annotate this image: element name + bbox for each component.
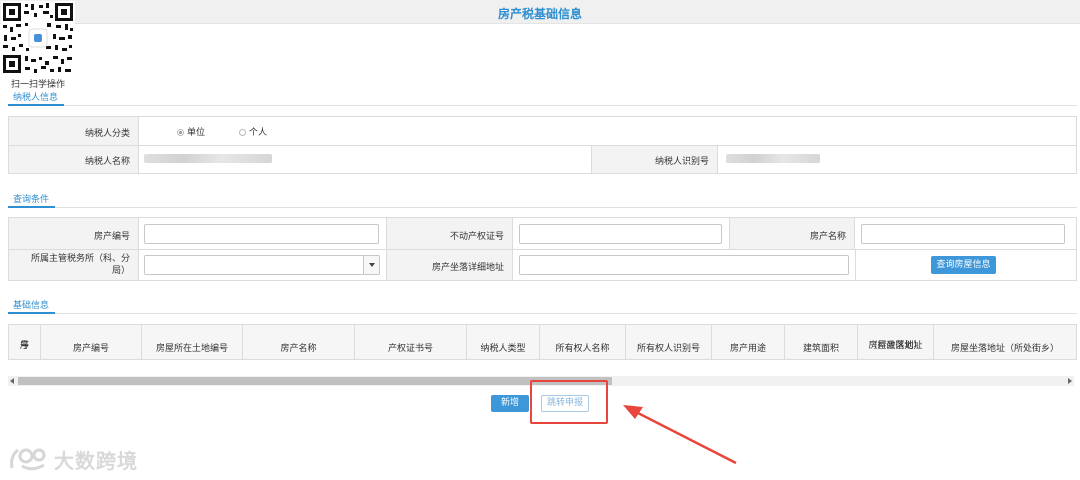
col-address-district-line2: （行政区划） [868, 341, 923, 351]
qr-caption: 扫一扫学操作 [11, 80, 66, 90]
radio-individual-label: 个人 [249, 128, 268, 138]
property-no-label-cell: 房产编号 [9, 218, 139, 249]
row-divider [9, 249, 1076, 250]
property-name-label: 房产名称 [809, 232, 846, 242]
highlight-box [530, 380, 608, 424]
radio-individual[interactable]: 个人 [239, 125, 267, 138]
tax-office-select[interactable] [144, 255, 380, 275]
col-cert-no[interactable]: 产权证书号 [355, 325, 467, 359]
tax-office-label-cell: 所属主管税务所（科、分 局） [9, 250, 139, 280]
property-name-label-cell: 房产名称 [729, 218, 855, 249]
category-label-cell: 纳税人分类 [9, 117, 139, 145]
row-divider [9, 145, 1076, 146]
watermark: 大数跨境 [8, 444, 138, 474]
query-panel: 房产编号 不动产权证号 房产名称 所属主管税务所（科、分 局） 房产坐落详细地址… [8, 217, 1077, 281]
scroll-left-icon[interactable] [10, 378, 14, 384]
radio-unit[interactable]: 单位 [177, 125, 205, 138]
col-usage-label: 房产用途 [729, 344, 766, 354]
col-owner-name-label: 所有权人名称 [555, 344, 610, 354]
property-no-label: 房产编号 [93, 232, 130, 242]
id-label-cell: 纳税人识别号 [591, 146, 718, 173]
cert-no-label-cell: 不动产权证号 [386, 218, 513, 249]
col-address-street-label: 房屋坐落地址（所处街乡） [950, 344, 1059, 354]
col-area[interactable]: 建筑面积 [785, 325, 858, 359]
address-input[interactable] [519, 255, 849, 275]
col-cert-no-label: 产权证书号 [387, 344, 433, 354]
col-owner-id[interactable]: 所有权人识别号 [626, 325, 712, 359]
query-house-info-button[interactable]: 查询房屋信息 [931, 256, 996, 274]
cert-no-input[interactable] [519, 224, 722, 244]
taxpayer-name-value-redacted [144, 154, 272, 163]
qr-code-icon [1, 1, 75, 75]
qr-code-image [1, 1, 75, 75]
col-usage[interactable]: 房产用途 [712, 325, 785, 359]
tab-underline [8, 312, 55, 314]
radio-unit-label: 单位 [187, 128, 206, 138]
address-label-cell: 房产坐落详细地址 [386, 250, 513, 280]
section-divider [8, 105, 1077, 106]
title-bar: 房产税基础信息 [0, 0, 1080, 24]
add-button[interactable]: 新增 [491, 395, 529, 412]
tab-underline [8, 104, 64, 106]
scrollbar-thumb[interactable] [18, 377, 612, 385]
watermark-logo-icon [10, 448, 46, 471]
col-address-street[interactable]: 房屋坐落地址（所处街乡） [934, 325, 1076, 359]
col-taxpayer-type-label: 纳税人类型 [480, 344, 526, 354]
col-land-no-label: 房屋所在土地编号 [155, 344, 228, 354]
section-divider [8, 313, 1077, 314]
col-property-no[interactable]: 房产编号 [41, 325, 142, 359]
tax-office-label: 所属主管税务所（科、分 局） [31, 253, 130, 277]
chevron-down-icon[interactable] [363, 256, 379, 274]
property-name-input[interactable] [861, 224, 1065, 244]
col-property-name-label: 房产名称 [280, 344, 317, 354]
col-index[interactable]: 序号 [9, 325, 41, 359]
table-header: 序号 房产编号 房屋所在土地编号 房产名称 产权证书号 纳税人类型 所有权人名称… [8, 324, 1077, 360]
col-property-name[interactable]: 房产名称 [243, 325, 355, 359]
property-no-input[interactable] [144, 224, 379, 244]
tax-office-label-line1: 所属主管税务所（科、分 [30, 254, 130, 264]
col-property-no-label: 房产编号 [72, 344, 109, 354]
taxpayer-id-value-redacted [726, 154, 820, 163]
taxpayer-id-label: 纳税人识别号 [654, 157, 709, 167]
scroll-right-icon[interactable] [1068, 378, 1072, 384]
page-root: 房产税基础信息 扫一扫学操作 纳税人信息 纳税人分类 单位 个人 纳税人名称 纳… [0, 0, 1080, 480]
col-owner-id-label: 所有权人识别号 [636, 344, 700, 354]
radio-unchecked-icon [239, 129, 246, 136]
section-divider [8, 207, 1077, 208]
col-taxpayer-type[interactable]: 纳税人类型 [467, 325, 540, 359]
tax-office-label-line2: 局） [111, 266, 130, 276]
address-label: 房产坐落详细地址 [431, 263, 504, 273]
col-index-line2: 号 [19, 341, 29, 351]
cert-no-label: 不动产权证号 [449, 232, 504, 242]
red-arrow-icon [623, 405, 737, 465]
cell-divider [855, 250, 856, 280]
tab-underline [8, 206, 55, 208]
category-label: 纳税人分类 [84, 129, 130, 139]
name-label-cell: 纳税人名称 [9, 146, 139, 173]
page-title: 房产税基础信息 [497, 7, 582, 21]
col-address-district[interactable]: 房屋坐落地址 （行政区划） [858, 325, 934, 359]
radio-checked-icon [177, 129, 184, 136]
tab-taxpayer-info[interactable]: 纳税人信息 [13, 90, 58, 103]
col-owner-name[interactable]: 所有权人名称 [540, 325, 626, 359]
tab-basic-info[interactable]: 基础信息 [13, 298, 49, 311]
col-area-label: 建筑面积 [802, 344, 839, 354]
watermark-text: 大数跨境 [54, 448, 138, 473]
taxpayer-name-label: 纳税人名称 [84, 157, 130, 167]
col-land-no[interactable]: 房屋所在土地编号 [142, 325, 243, 359]
tab-query-conditions[interactable]: 查询条件 [13, 192, 49, 205]
taxpayer-panel: 纳税人分类 单位 个人 纳税人名称 纳税人识别号 [8, 116, 1077, 174]
